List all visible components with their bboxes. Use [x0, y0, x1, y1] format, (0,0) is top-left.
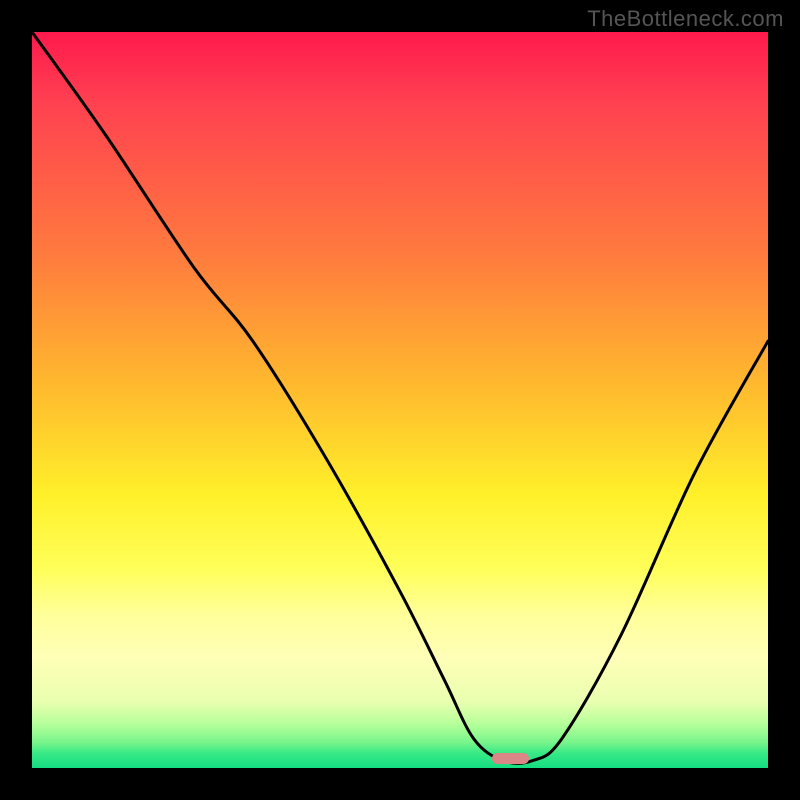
bottleneck-curve	[32, 32, 768, 768]
chart-frame: TheBottleneck.com	[0, 0, 800, 800]
curve-path	[32, 32, 768, 763]
optimal-marker	[492, 753, 529, 765]
plot-area	[32, 32, 768, 768]
watermark-text: TheBottleneck.com	[587, 6, 784, 32]
